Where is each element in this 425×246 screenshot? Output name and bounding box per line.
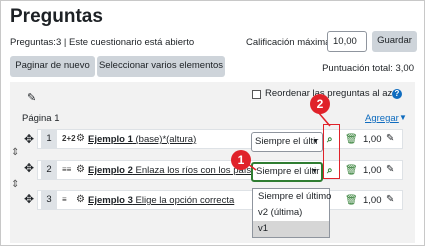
annotation-badge-1: 1 — [231, 150, 251, 170]
annotation-badge-2: 2 — [310, 94, 330, 114]
annotation-arrows — [247, 111, 331, 171]
